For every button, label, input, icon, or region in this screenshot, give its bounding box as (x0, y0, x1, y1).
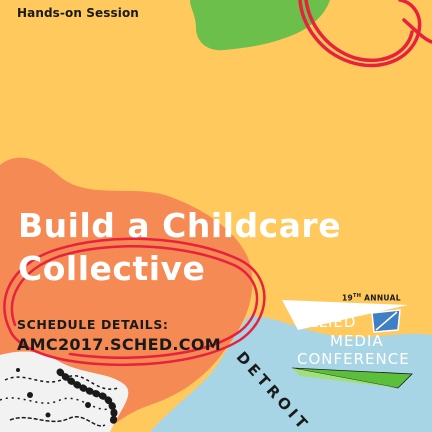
edition-word: ANNUAL (364, 293, 401, 303)
schedule-url: AMC2017.SCHED.COM (17, 335, 221, 354)
session-title-line-2: Collective (18, 249, 206, 288)
schedule-heading: SCHEDULE DETAILS: (17, 317, 169, 332)
session-poster: Hands-on Session Build a Childcare Colle… (0, 0, 432, 432)
edition-number: 19 (342, 293, 354, 303)
edition-suffix: TH (353, 293, 362, 299)
conference-edition: 19TH ANNUAL (342, 293, 401, 303)
conference-name-line-3: CONFERENCE (297, 350, 410, 368)
session-title: Build a Childcare Collective (18, 204, 418, 290)
conference-name-line-1: ALLIED (298, 313, 357, 331)
session-title-line-1: Build a Childcare (18, 206, 342, 245)
conference-name-line-2: MEDIA (330, 332, 384, 350)
session-type-label: Hands-on Session (17, 6, 139, 20)
